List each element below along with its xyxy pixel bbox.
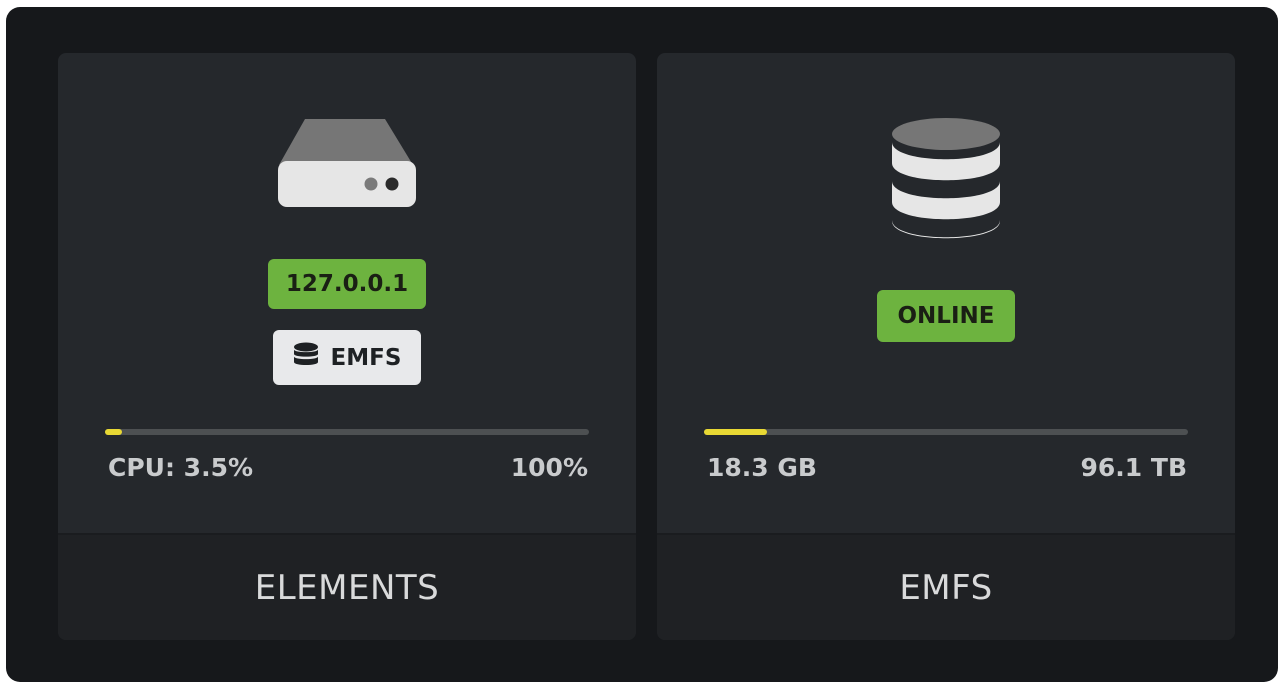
database-icon bbox=[657, 117, 1235, 243]
card-footer-title: ELEMENTS bbox=[58, 533, 636, 640]
storage-progress-bar bbox=[704, 429, 1188, 435]
emfs-card[interactable]: ONLINE 18.3 GB 96.1 TB EMFS bbox=[657, 53, 1235, 640]
cpu-progress-bar bbox=[105, 429, 589, 435]
card-body: 127.0.0.1 EMFS CPU: 3.5% 100% bbox=[58, 53, 636, 533]
dashboard-frame: 127.0.0.1 EMFS CPU: 3.5% 100% ELEMENTS O… bbox=[6, 7, 1278, 682]
card-body: ONLINE 18.3 GB 96.1 TB bbox=[657, 53, 1235, 533]
status-badge: ONLINE bbox=[877, 290, 1015, 342]
filesystem-type-label: EMFS bbox=[330, 344, 402, 371]
cpu-progress-fill bbox=[105, 429, 122, 435]
status-label: ONLINE bbox=[897, 303, 995, 329]
ip-address-label: 127.0.0.1 bbox=[285, 271, 409, 297]
cpu-max-label: 100% bbox=[510, 453, 588, 482]
server-drive-icon bbox=[58, 115, 636, 211]
storage-total-label: 96.1 TB bbox=[1080, 453, 1188, 482]
ip-address-badge: 127.0.0.1 bbox=[268, 259, 426, 309]
card-footer-title: EMFS bbox=[657, 533, 1235, 640]
storage-used-label: 18.3 GB bbox=[707, 453, 817, 482]
filesystem-type-badge: EMFS bbox=[273, 330, 421, 385]
cpu-usage-label: CPU: 3.5% bbox=[108, 453, 254, 482]
elements-card[interactable]: 127.0.0.1 EMFS CPU: 3.5% 100% ELEMENTS bbox=[58, 53, 636, 640]
storage-progress-fill bbox=[704, 429, 767, 435]
database-icon bbox=[293, 342, 319, 374]
